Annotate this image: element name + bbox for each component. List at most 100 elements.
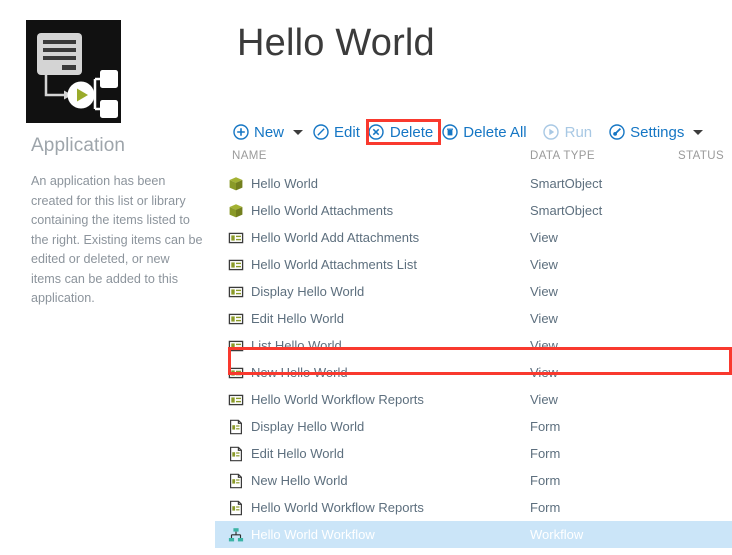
smartobject-icon xyxy=(228,203,244,219)
new-button-label: New xyxy=(254,123,285,141)
row-data-type-cell: View xyxy=(530,230,558,245)
row-data-type-cell: View xyxy=(530,392,558,407)
delete-all-button[interactable]: Delete All xyxy=(437,122,530,143)
table-row[interactable]: New Hello World Form xyxy=(215,467,732,494)
row-name-cell: Hello World Workflow xyxy=(228,527,375,543)
form-icon xyxy=(228,419,244,435)
workflow-icon xyxy=(228,527,244,543)
table-row[interactable]: Hello World Add Attachments View xyxy=(215,224,732,251)
left-panel-description: An application has been created for this… xyxy=(31,174,203,305)
view-icon xyxy=(228,230,244,246)
application-page: Application An application has been crea… xyxy=(0,0,732,555)
table-row[interactable]: Hello World Workflow Reports Form xyxy=(215,494,732,521)
column-header-status: STATUS xyxy=(678,150,725,162)
circle-play-icon xyxy=(543,124,560,141)
row-data-type-cell: Workflow xyxy=(530,527,584,542)
row-name-label: Hello World Attachments xyxy=(251,203,394,218)
form-icon xyxy=(228,500,244,516)
delete-button-label: Delete xyxy=(389,123,434,141)
row-name-label: Hello World Add Attachments xyxy=(251,230,420,245)
new-dropdown-caret-icon[interactable] xyxy=(290,122,306,142)
row-name-cell: Hello World Add Attachments xyxy=(228,230,419,246)
settings-button[interactable]: Settings xyxy=(604,122,688,143)
table-row[interactable]: Hello World Attachments SmartObject xyxy=(215,197,732,224)
row-data-type-cell: Form xyxy=(530,500,561,515)
table-row[interactable]: Hello World SmartObject xyxy=(215,170,732,197)
row-name-cell: New Hello World xyxy=(228,473,348,489)
row-name-cell: New Hello World xyxy=(228,365,348,381)
table-row[interactable]: Hello World Workflow Reports View xyxy=(215,386,732,413)
edit-button[interactable]: Edit xyxy=(308,122,364,143)
column-header-name: NAME xyxy=(232,150,267,162)
row-name-cell: Hello World Workflow Reports xyxy=(228,500,424,516)
row-name-label: Hello World Workflow Reports xyxy=(251,500,424,515)
form-icon xyxy=(228,473,244,489)
row-name-label: List Hello World xyxy=(251,338,342,353)
left-info-panel: Application An application has been crea… xyxy=(0,0,215,555)
row-name-cell: Hello World xyxy=(228,176,318,192)
settings-button-label: Settings xyxy=(630,123,685,141)
row-name-label: Display Hello World xyxy=(251,284,365,299)
new-button[interactable]: New xyxy=(228,122,288,143)
row-name-label: Hello World Attachments List xyxy=(251,257,417,272)
row-name-cell: Display Hello World xyxy=(228,419,364,435)
form-icon xyxy=(228,446,244,462)
main-content: Hello World New Edit Delete Delete All R… xyxy=(215,0,732,555)
row-name-label: Hello World xyxy=(251,176,318,191)
row-name-label: New Hello World xyxy=(251,365,348,380)
row-name-label: Edit Hello World xyxy=(251,446,344,461)
row-name-label: Hello World Workflow xyxy=(251,527,375,542)
circle-x-icon xyxy=(368,124,385,141)
row-name-cell: Hello World Workflow Reports xyxy=(228,392,424,408)
table-row[interactable]: Edit Hello World View xyxy=(215,305,732,332)
row-data-type-cell: View xyxy=(530,311,558,326)
toolbar: New Edit Delete Delete All Run Settings xyxy=(228,120,708,144)
delete-all-button-label: Delete All xyxy=(463,123,527,141)
left-panel-heading: Application xyxy=(31,135,126,156)
row-data-type-cell: Form xyxy=(530,473,561,488)
row-data-type-cell: View xyxy=(530,338,558,353)
row-name-cell: Display Hello World xyxy=(228,284,364,300)
row-name-cell: List Hello World xyxy=(228,338,342,354)
edit-button-label: Edit xyxy=(334,123,360,141)
column-header-data-type: DATA TYPE xyxy=(530,150,595,162)
table-row[interactable]: Display Hello World Form xyxy=(215,413,732,440)
row-name-label: Edit Hello World xyxy=(251,311,344,326)
delete-button[interactable]: Delete xyxy=(364,122,437,143)
circle-pencil-icon xyxy=(312,124,329,141)
circle-plus-icon xyxy=(232,124,249,141)
table-row[interactable]: Hello World Workflow Workflow xyxy=(215,521,732,548)
circle-trash-icon xyxy=(441,124,458,141)
table-row[interactable]: Hello World Attachments List View xyxy=(215,251,732,278)
smartobject-icon xyxy=(228,176,244,192)
row-name-label: Display Hello World xyxy=(251,419,365,434)
table-row[interactable]: Display Hello World View xyxy=(215,278,732,305)
row-name-cell: Edit Hello World xyxy=(228,311,344,327)
run-button[interactable]: Run xyxy=(539,122,597,143)
settings-dropdown-caret-icon[interactable] xyxy=(690,122,706,142)
row-data-type-cell: View xyxy=(530,257,558,272)
view-icon xyxy=(228,257,244,273)
row-data-type-cell: Form xyxy=(530,446,561,461)
table-row[interactable]: New Hello World View xyxy=(215,359,732,386)
workflow-application-logo-icon xyxy=(26,20,121,123)
row-data-type-cell: View xyxy=(530,284,558,299)
artifact-list: Hello World SmartObject Hello World Attach… xyxy=(215,170,732,548)
table-row[interactable]: Edit Hello World Form xyxy=(215,440,732,467)
row-data-type-cell: SmartObject xyxy=(530,176,603,191)
view-icon xyxy=(228,338,244,354)
circle-wrench-icon xyxy=(608,124,625,141)
row-name-label: New Hello World xyxy=(251,473,348,488)
row-name-cell: Edit Hello World xyxy=(228,446,344,462)
table-row[interactable]: List Hello World View xyxy=(215,332,732,359)
view-icon xyxy=(228,311,244,327)
row-data-type-cell: SmartObject xyxy=(530,203,603,218)
row-data-type-cell: Form xyxy=(530,419,561,434)
list-column-headers: NAME DATA TYPE STATUS xyxy=(215,150,732,166)
view-icon xyxy=(228,284,244,300)
view-icon xyxy=(228,392,244,408)
view-icon xyxy=(228,365,244,381)
run-button-label: Run xyxy=(564,123,593,141)
row-name-label: Hello World Workflow Reports xyxy=(251,392,424,407)
row-data-type-cell: View xyxy=(530,365,558,380)
